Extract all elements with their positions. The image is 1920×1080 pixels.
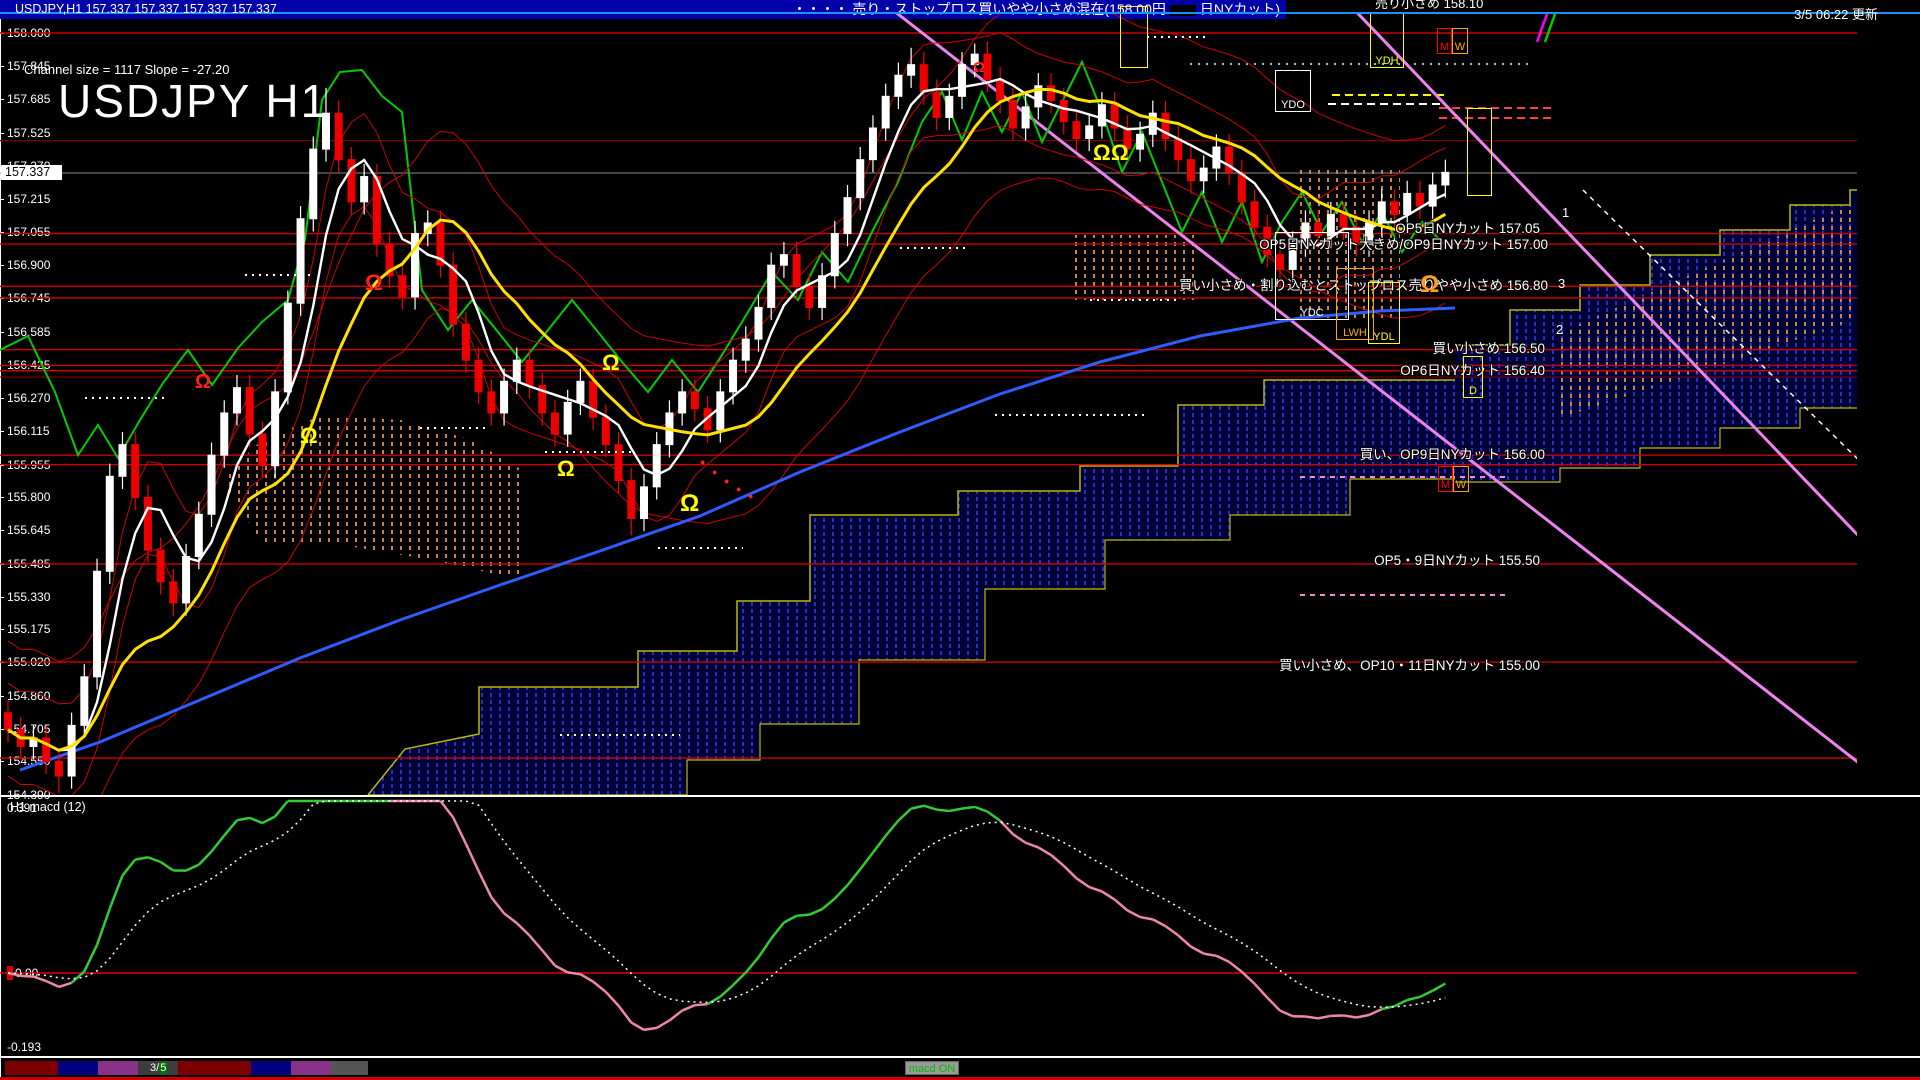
chart-object-box-D[interactable]: D (1463, 356, 1483, 398)
omega-marker: Ω (557, 458, 575, 480)
session-color-bar: 3/5 (0, 1061, 1920, 1075)
chart-object-box-plain[interactable] (1467, 108, 1492, 196)
chart-object-box-M[interactable]: M (1437, 28, 1452, 54)
update-timestamp: 3/5 06:22 更新 (1794, 4, 1878, 23)
session-segment (5, 1061, 58, 1075)
symbol-ohlc-readout: USDJPY,H1 157.337 157.337 157.337 157.33… (15, 2, 277, 16)
omega-marker: Ω (1111, 142, 1129, 164)
chart-object-box-M[interactable]: M (1438, 466, 1453, 492)
red-dot-marker: ● (712, 468, 717, 477)
order-annotation: OP5・9日NYカット 155.50 (1374, 549, 1540, 569)
order-annotation: 買い小さめ 156.50 (1432, 337, 1545, 357)
wave-count-2: 2 (1556, 322, 1563, 337)
current-price-box: 157.337 (1, 165, 62, 180)
bar-date-label: 3/5 (150, 1061, 167, 1075)
macd-bottom-border (0, 1056, 1920, 1058)
macd-toggle-button[interactable]: macd ON (905, 1061, 959, 1075)
order-annotation: 買い、OP9日NYカット 156.00 (1360, 443, 1545, 463)
alert-line-158-10[interactable] (0, 12, 1920, 14)
clipped-sell-level-label: 売り小さめ 158.10 (1375, 0, 1483, 12)
red-dot-marker: ● (736, 485, 741, 494)
red-dot-marker: ● (700, 458, 705, 467)
omega-marker: Ω (300, 425, 318, 447)
chart-watermark-title: USDJPY H1 (58, 74, 328, 128)
wave-count-3: 3 (1558, 276, 1565, 291)
macd-indicator-label: H1 macd (12) (10, 800, 86, 814)
session-segment (331, 1061, 368, 1075)
trading-chart-window: ・・・・ 売り・ストップロス買いやや小さめ混在(158.00円日NYカット) U… (0, 0, 1920, 1080)
session-segment (251, 1061, 291, 1075)
chart-object-box-W[interactable]: W (1452, 28, 1468, 54)
session-segment (178, 1061, 251, 1075)
chart-object-box-YDO[interactable]: YDO (1275, 70, 1311, 112)
omega-marker: Ω (973, 60, 985, 75)
omega-marker: Ω (1420, 273, 1439, 297)
omega-marker: Ω (195, 372, 211, 392)
chart-canvas[interactable] (0, 0, 1920, 1080)
session-segment (291, 1061, 331, 1075)
omega-marker: Ω (1093, 142, 1111, 164)
chart-object-box-plain[interactable] (1120, 6, 1148, 68)
panel-separator[interactable] (0, 795, 1920, 797)
omega-marker: Ω (680, 492, 699, 516)
red-dot-marker: ● (748, 492, 753, 501)
wave-count-1: 1 (1562, 205, 1569, 220)
omega-marker: Ω (365, 272, 383, 294)
omega-marker: Ω (602, 352, 620, 374)
red-dot-marker: ● (724, 477, 729, 486)
chart-object-box-YDL[interactable]: YDL (1368, 282, 1400, 344)
chart-object-box-W[interactable]: W (1453, 466, 1469, 492)
chart-object-box-YDH[interactable]: YDH (1370, 12, 1404, 68)
session-segment (98, 1061, 138, 1075)
order-annotation: 買い小さめ、OP10・11日NYカット 155.00 (1279, 654, 1540, 674)
session-segment (58, 1061, 98, 1075)
macd-layer (0, 801, 1857, 1030)
